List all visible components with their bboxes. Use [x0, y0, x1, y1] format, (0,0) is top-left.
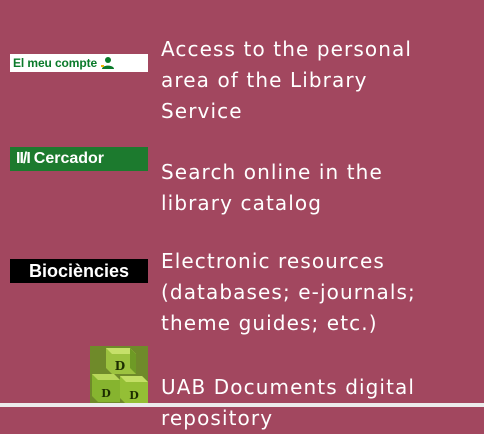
ddd-blocks-icon[interactable]: D D D	[90, 346, 148, 404]
cercador-mark: II/I	[16, 150, 31, 167]
ddd-letter-top: D	[115, 359, 125, 373]
el-meu-compte-logo[interactable]: El meu compte	[10, 54, 148, 72]
electronic-resources-text: Electronic resources (databases; e-journ…	[161, 249, 416, 335]
biociencies-logo[interactable]: Biociències	[10, 259, 148, 283]
catalog-search-link[interactable]: Search online in the library catalog	[161, 126, 383, 219]
person-icon	[101, 57, 115, 69]
biociencies-label: Biociències	[28, 260, 130, 281]
ddd-blocks-graphic: D D D	[90, 346, 148, 404]
el-meu-compte-label: El meu compte	[13, 56, 98, 70]
ddd-letter-left: D	[101, 387, 111, 400]
personal-area-link[interactable]: Access to the personal area of the Libra…	[161, 3, 412, 127]
cercador-logo[interactable]: II/I Cercador	[10, 147, 148, 171]
library-links-panel: El meu compte Access to the personal are…	[0, 0, 484, 430]
personal-area-text: Access to the personal area of the Libra…	[161, 37, 413, 123]
catalog-search-text: Search online in the library catalog	[161, 160, 383, 215]
cercador-label: Cercador	[33, 150, 105, 167]
bottom-divider	[0, 403, 484, 407]
ddd-letter-right: D	[129, 389, 139, 402]
uab-documents-link[interactable]: UAB Documents digital repository	[161, 341, 415, 434]
electronic-resources-link[interactable]: Electronic resources (databases; e-journ…	[161, 215, 416, 339]
